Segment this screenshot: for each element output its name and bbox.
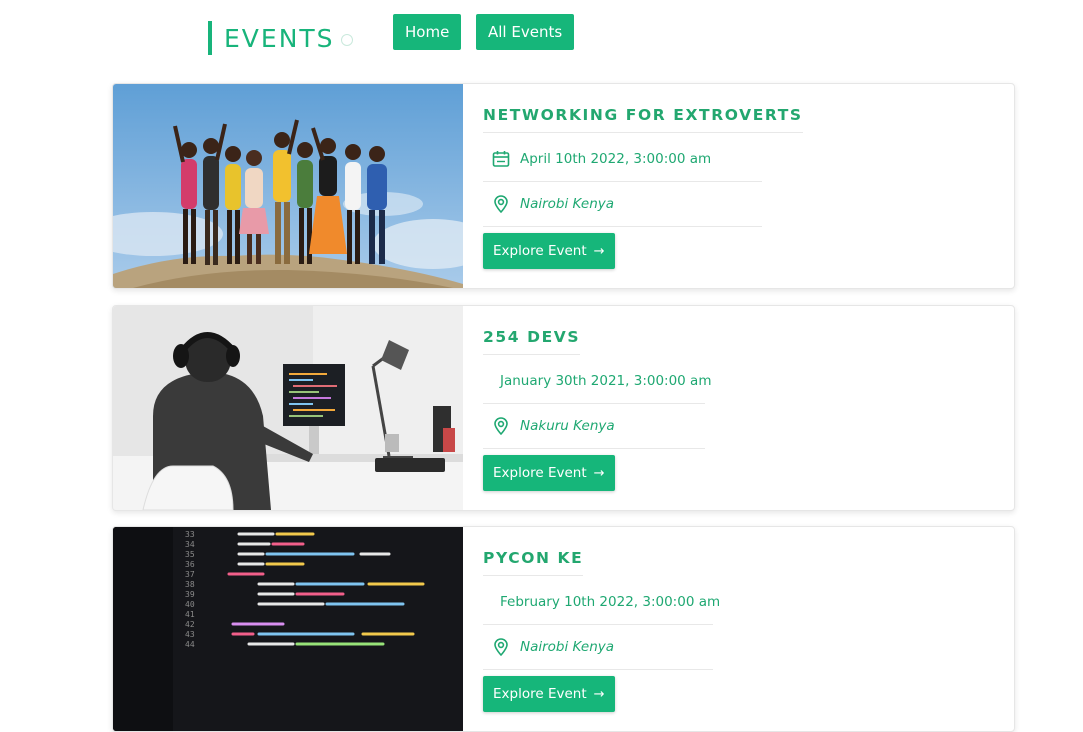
- event-image: 33 34 35 36 37 38 39 40 41 42 43 44: [113, 527, 463, 731]
- svg-text:34: 34: [185, 540, 195, 549]
- nav-home-button[interactable]: Home: [393, 14, 462, 50]
- svg-text:36: 36: [185, 560, 195, 569]
- event-date-row: April 10th 2022, 3:00:00 am: [483, 137, 762, 182]
- event-date: January 30th 2021, 3:00:00 am: [500, 373, 712, 389]
- event-image: [113, 84, 463, 288]
- svg-text:37: 37: [185, 570, 195, 579]
- calendar-icon: [492, 151, 510, 167]
- event-card: 33 34 35 36 37 38 39 40 41 42 43 44 PYCO…: [112, 526, 1015, 732]
- svg-text:39: 39: [185, 590, 195, 599]
- event-title[interactable]: 254 DEVS: [483, 328, 581, 355]
- map-pin-icon: [494, 638, 508, 657]
- logo-dot-icon: [340, 34, 353, 46]
- event-image: [113, 306, 463, 510]
- developer-at-desk-photo: [113, 306, 463, 510]
- map-pin-icon: [494, 417, 508, 436]
- event-title[interactable]: NETWORKING FOR EXTROVERTS: [483, 106, 803, 133]
- event-date-row: January 30th 2021, 3:00:00 am: [483, 359, 712, 404]
- svg-text:40: 40: [185, 600, 195, 609]
- explore-event-button[interactable]: Explore Event →: [483, 455, 615, 491]
- logo-text: EVENTS: [224, 23, 335, 53]
- group-of-people-on-hill-photo: [113, 84, 463, 288]
- svg-text:41: 41: [185, 610, 195, 619]
- top-nav-bar: EVENTS Home All Events: [0, 0, 1083, 70]
- event-card: NETWORKING FOR EXTROVERTS April 10th 202…: [112, 83, 1015, 289]
- event-location: Nairobi Kenya: [520, 639, 615, 655]
- event-date-row: February 10th 2022, 3:00:00 am: [483, 580, 720, 625]
- svg-text:42: 42: [185, 620, 195, 629]
- event-location-row: Nairobi Kenya: [483, 182, 762, 227]
- event-location-row: Nakuru Kenya: [483, 404, 705, 449]
- site-logo[interactable]: EVENTS: [208, 21, 353, 55]
- nav-all-events-button[interactable]: All Events: [476, 14, 575, 50]
- event-date: February 10th 2022, 3:00:00 am: [500, 594, 721, 610]
- svg-text:44: 44: [185, 640, 195, 649]
- arrow-right-icon: →: [593, 686, 605, 702]
- event-card: 254 DEVS January 30th 2021, 3:00:00 am N…: [112, 305, 1015, 511]
- python-code-screen-photo: 33 34 35 36 37 38 39 40 41 42 43 44: [113, 527, 463, 731]
- event-date: April 10th 2022, 3:00:00 am: [520, 151, 712, 167]
- explore-event-button[interactable]: Explore Event →: [483, 676, 615, 712]
- logo-accent-bar: [208, 21, 212, 55]
- svg-text:43: 43: [185, 630, 195, 639]
- explore-event-button[interactable]: Explore Event →: [483, 233, 615, 269]
- explore-event-label: Explore Event: [493, 243, 587, 259]
- svg-text:33: 33: [185, 530, 195, 539]
- svg-text:35: 35: [185, 550, 195, 559]
- explore-event-label: Explore Event: [493, 465, 587, 481]
- event-location: Nakuru Kenya: [520, 418, 615, 434]
- arrow-right-icon: →: [593, 243, 605, 259]
- event-title[interactable]: PYCON KE: [483, 549, 584, 576]
- arrow-right-icon: →: [593, 465, 605, 481]
- explore-event-label: Explore Event: [493, 686, 587, 702]
- map-pin-icon: [494, 195, 508, 214]
- event-location-row: Nairobi Kenya: [483, 625, 713, 670]
- svg-text:38: 38: [185, 580, 195, 589]
- event-location: Nairobi Kenya: [520, 196, 615, 212]
